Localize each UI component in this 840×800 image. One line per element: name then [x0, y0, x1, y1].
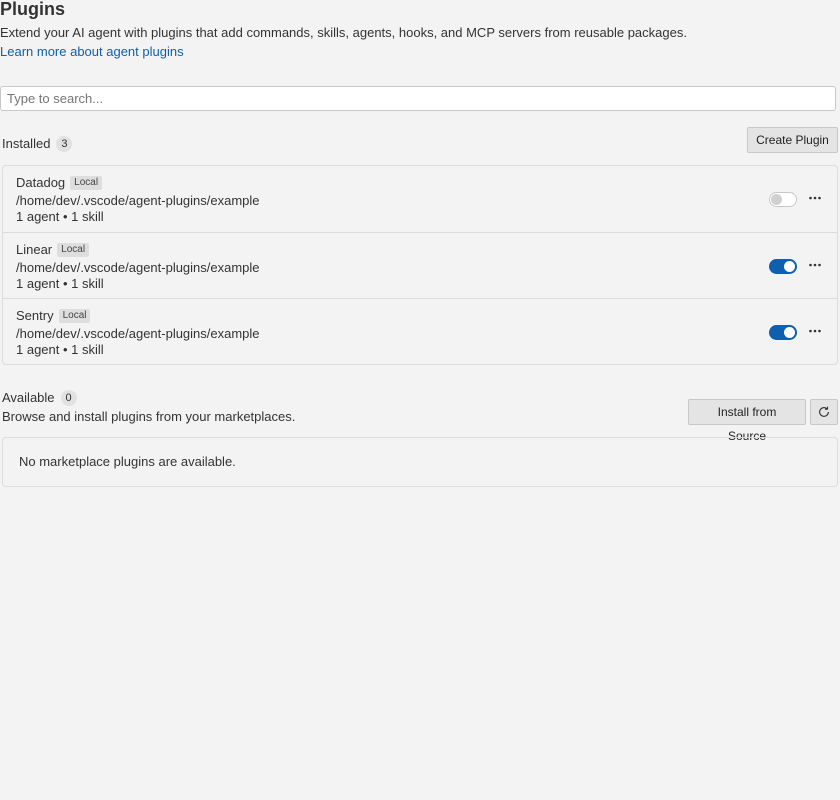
plugin-meta: 1 agent • 1 skill [16, 276, 104, 291]
available-description: Browse and install plugins from your mar… [2, 409, 296, 424]
more-actions-icon[interactable] [807, 190, 823, 206]
refresh-button[interactable] [810, 399, 838, 425]
local-badge: Local [70, 176, 103, 190]
plugin-enable-toggle[interactable] [769, 325, 797, 340]
plugin-meta: 1 agent • 1 skill [16, 209, 104, 224]
plugin-row-linear[interactable]: Linear Local /home/dev/.vscode/agent-plu… [3, 232, 837, 298]
plugin-name-group: Linear Local [16, 242, 90, 258]
page-title: Plugins [0, 0, 66, 19]
plugin-row-sentry[interactable]: Sentry Local /home/dev/.vscode/agent-plu… [3, 298, 837, 364]
toggle-knob [784, 261, 795, 272]
plugin-name: Linear [16, 242, 53, 257]
search-input[interactable] [0, 86, 836, 111]
more-actions-icon[interactable] [807, 323, 823, 339]
plugin-name: Datadog [16, 175, 66, 190]
local-badge: Local [57, 243, 90, 257]
plugin-meta: 1 agent • 1 skill [16, 342, 104, 357]
page-description: Extend your AI agent with plugins that a… [0, 25, 687, 40]
toggle-knob [784, 327, 795, 338]
plugin-name: Sentry [16, 308, 54, 323]
plugin-path: /home/dev/.vscode/agent-plugins/example [16, 260, 260, 275]
plugin-name-group: Datadog Local [16, 175, 103, 191]
plugin-row-datadog[interactable]: Datadog Local /home/dev/.vscode/agent-pl… [3, 166, 837, 232]
install-from-source-button[interactable]: Install from Source [688, 399, 806, 443]
marketplace-empty-state: No marketplace plugins are available. [2, 437, 838, 487]
available-header: Available 0 [2, 390, 77, 406]
toggle-knob [771, 194, 782, 205]
installed-count-badge: 3 [56, 136, 73, 152]
plugin-name-group: Sentry Local [16, 308, 91, 324]
learn-more-link[interactable]: Learn more about agent plugins [0, 44, 184, 60]
create-plugin-button[interactable]: Create Plugin [747, 127, 838, 153]
plugin-enable-toggle[interactable] [769, 192, 797, 207]
plugins-page: Plugins Extend your AI agent with plugin… [0, 0, 840, 800]
more-actions-icon[interactable] [807, 257, 823, 273]
refresh-icon [817, 405, 831, 419]
available-label: Available [2, 390, 55, 405]
plugin-path: /home/dev/.vscode/agent-plugins/example [16, 193, 260, 208]
installed-header: Installed 3 [2, 136, 73, 152]
plugin-path: /home/dev/.vscode/agent-plugins/example [16, 326, 260, 341]
local-badge: Local [58, 309, 91, 323]
installed-label: Installed [2, 136, 51, 151]
plugin-enable-toggle[interactable] [769, 259, 797, 274]
empty-message: No marketplace plugins are available. [19, 454, 236, 469]
available-count-badge: 0 [60, 390, 77, 406]
installed-plugin-list: Datadog Local /home/dev/.vscode/agent-pl… [2, 165, 838, 365]
